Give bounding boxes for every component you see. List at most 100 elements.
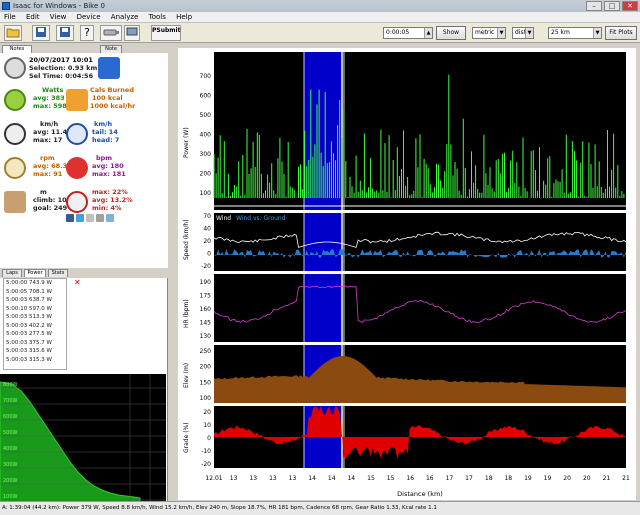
print-icon[interactable]: [96, 214, 104, 222]
save-as-button[interactable]: [56, 25, 74, 41]
cals-title: Cals Burned: [90, 86, 134, 94]
flame-runner-icon: [66, 89, 88, 111]
list-item[interactable]: 5:00:03 315.3 W: [4, 356, 66, 365]
time-input[interactable]: 0:00:05 ▲: [383, 27, 433, 39]
y-tick-label: 100: [200, 395, 212, 402]
x-tick-label: 21: [603, 475, 611, 482]
delete-icon[interactable]: ✕: [74, 279, 82, 287]
y-tick-label: 600: [200, 93, 212, 100]
wind-series-legend: Wind vs. Ground: [236, 215, 286, 222]
x-tick-label: 14: [328, 475, 336, 482]
menu-help[interactable]: Help: [172, 12, 196, 23]
ride-plot[interactable]: Wind Wind vs. Ground Power (W) Speed (km…: [178, 48, 636, 500]
list-item[interactable]: 5:00:10 597.0 W: [4, 305, 66, 314]
list-item[interactable]: 5:00:03 375.7 W: [4, 339, 66, 348]
list-item[interactable]: 5:00:05 708.1 W: [4, 288, 66, 297]
hr-panel: [214, 274, 626, 342]
tab-note[interactable]: Note: [100, 45, 122, 53]
x-tick-label: 18: [485, 475, 493, 482]
help-button[interactable]: ?: [80, 25, 94, 41]
summary-selection: Selection: 0.93 km: [29, 64, 98, 72]
close-button[interactable]: ✕: [622, 1, 638, 11]
cyclist-icon: [4, 123, 26, 145]
x-tick-label: 16: [426, 475, 434, 482]
list-item[interactable]: 5:00:03 277.5 W: [4, 330, 66, 339]
menu-edit[interactable]: Edit: [22, 12, 44, 23]
range-select[interactable]: 25 km ▼: [548, 27, 602, 39]
watts-title: Watts: [42, 86, 64, 94]
facebook-icon[interactable]: [66, 214, 74, 222]
show-button[interactable]: Show: [436, 26, 466, 40]
globe-icon[interactable]: [106, 214, 114, 222]
y-tick-label: 0: [207, 435, 211, 442]
open-button[interactable]: [4, 25, 22, 41]
speed-axis-label: Speed (km/h): [183, 219, 190, 260]
x-tick-label: 12.01: [205, 475, 222, 482]
list-item[interactable]: 5:00:03 638.7 W: [4, 296, 66, 305]
bpm-title: bpm: [96, 154, 113, 162]
chevron-down-icon: ▼: [593, 28, 601, 38]
list-item[interactable]: 5:00:03 402.2 W: [4, 322, 66, 331]
usb-stick-icon: [103, 29, 119, 36]
save-button[interactable]: [32, 25, 50, 41]
y-tick-label: 40: [203, 226, 211, 233]
grade-max: max: 22%: [92, 188, 128, 196]
menu-file[interactable]: File: [0, 12, 20, 23]
tab-stats[interactable]: Stats: [48, 269, 68, 277]
y-tick-label: 70: [203, 213, 211, 220]
mountain-icon: [4, 191, 26, 213]
list-item[interactable]: 5:00:00 743.9 W: [4, 279, 66, 288]
twitter-icon[interactable]: [76, 214, 84, 222]
y-tick-label: 20: [203, 409, 211, 416]
units-select[interactable]: metric ▼: [472, 27, 506, 39]
menu-analyze[interactable]: Analyze: [107, 12, 143, 23]
list-item[interactable]: 5:00:03 315.6 W: [4, 347, 66, 356]
y-tick-label: 10: [203, 422, 211, 429]
y-tick-label: 150: [200, 379, 212, 386]
hist-tick: 200W: [3, 478, 18, 484]
tab-notes[interactable]: Notes: [2, 45, 32, 53]
email-icon[interactable]: [86, 214, 94, 222]
x-tick-label: 14: [308, 475, 316, 482]
hist-tick: 100W: [3, 494, 18, 500]
hist-tick: 600W: [3, 414, 18, 420]
maximize-button[interactable]: □: [604, 1, 620, 11]
menu-tools[interactable]: Tools: [145, 12, 170, 23]
cals-value: 100 kcal: [92, 94, 123, 102]
y-tick-label: 190: [200, 279, 212, 286]
menu-view[interactable]: View: [46, 12, 71, 23]
x-tick-label: 19: [544, 475, 552, 482]
x-tick-label: 19: [524, 475, 532, 482]
minimize-button[interactable]: –: [586, 1, 602, 11]
power-list[interactable]: 5:00:00 743.9 W 5:00:05 708.1 W 5:00:03 …: [3, 278, 67, 370]
tab-laps[interactable]: Laps: [2, 269, 22, 277]
hr-axis-label: HR (bpm): [183, 299, 190, 328]
menu-device[interactable]: Device: [73, 12, 105, 23]
bpm-avg: avg: 180: [92, 162, 124, 170]
title-bar: Isaac for Windows - Bike 0 – □ ✕: [0, 0, 640, 12]
summary-sel-time: Sel Time: 0:04:56: [29, 72, 94, 80]
menu-bar: File Edit View Device Analyze Tools Help: [0, 12, 640, 23]
x-tick-label: 13: [269, 475, 277, 482]
spin-icon: ▲: [424, 28, 432, 38]
x-tick-label: 13: [230, 475, 238, 482]
device-button[interactable]: [100, 25, 122, 41]
list-item[interactable]: 5:00:03 513.3 W: [4, 313, 66, 322]
hist-tick: 700W: [3, 398, 18, 404]
fit-plots-button[interactable]: Fit Plots: [605, 26, 637, 40]
chevron-down-icon: ▼: [525, 28, 533, 38]
wind-legend: Wind: [216, 215, 231, 222]
power-histogram: 800W 700W 600W 500W 400W 300W 200W 100W: [0, 374, 166, 508]
x-tick-label: 13: [289, 475, 297, 482]
toolbar: ? PSubmit 0:00:05 ▲ Show metric ▼ dist ▼ 25…: [0, 23, 640, 43]
panel-divider: [214, 403, 626, 406]
upload-button[interactable]: PSubmit: [151, 25, 181, 41]
lightning-icon: [4, 89, 26, 111]
y-tick-label: 100: [200, 190, 212, 197]
xaxis-select[interactable]: dist ▼: [512, 27, 534, 39]
panel-divider: [214, 342, 626, 345]
tab-power[interactable]: Power: [24, 269, 46, 277]
x-tick-label: 14: [347, 475, 355, 482]
export-button[interactable]: [124, 25, 140, 41]
hist-tick: 300W: [3, 462, 18, 468]
